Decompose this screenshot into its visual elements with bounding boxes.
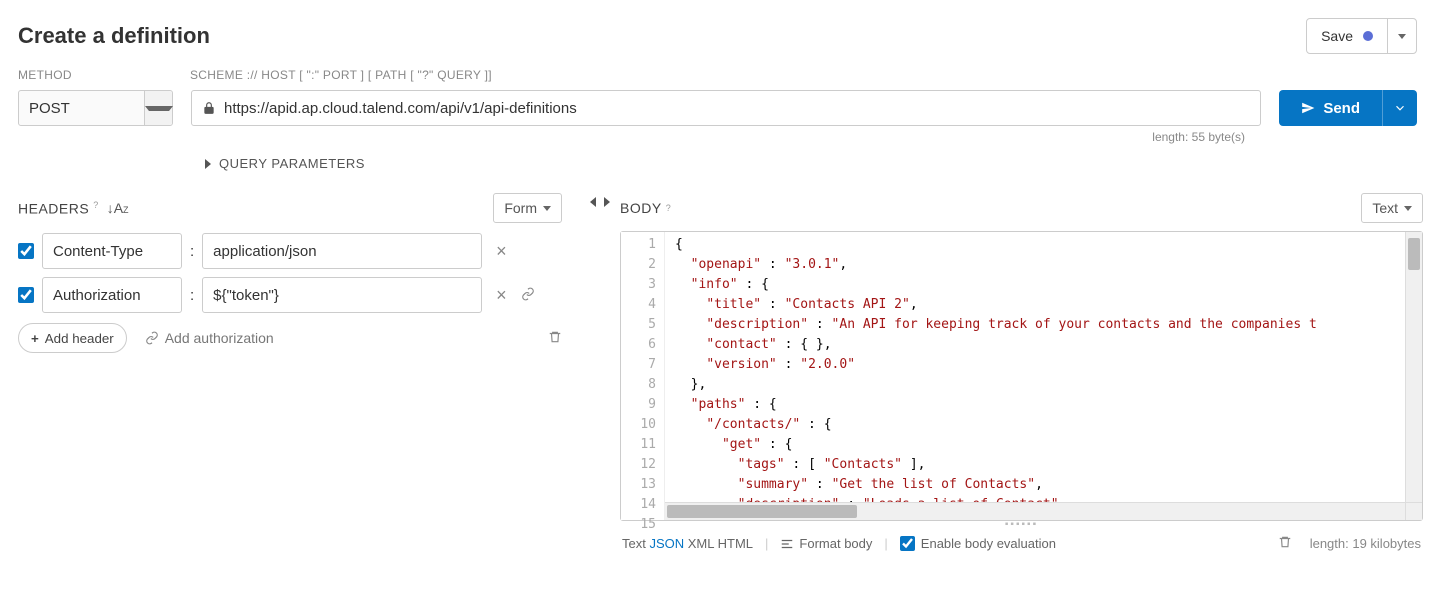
- body-format-xml[interactable]: XML: [688, 536, 714, 551]
- enable-eval-checkbox[interactable]: [900, 536, 915, 551]
- delete-headers-button[interactable]: [548, 330, 562, 347]
- header-row: : ×: [18, 277, 562, 313]
- url-input[interactable]: [224, 100, 1250, 117]
- enable-eval-label: Enable body evaluation: [921, 536, 1056, 551]
- url-input-wrap: [191, 90, 1261, 126]
- lock-icon: [202, 101, 216, 115]
- caret-down-icon: [1393, 101, 1407, 115]
- resize-grip[interactable]: ▪▪▪▪▪▪: [620, 521, 1423, 529]
- url-label: SCHEME :// HOST [ ":" PORT ] [ PATH [ "?…: [190, 68, 1417, 82]
- add-authorization-link[interactable]: Add authorization: [145, 330, 274, 346]
- delete-body-button[interactable]: [1278, 535, 1292, 552]
- query-parameters-label: QUERY PARAMETERS: [219, 156, 365, 171]
- headers-title: HEADERS?: [18, 200, 99, 217]
- save-dropdown[interactable]: [1387, 19, 1416, 53]
- add-authorization-label: Add authorization: [165, 330, 274, 346]
- scroll-corner: [1405, 502, 1422, 520]
- save-button[interactable]: Save: [1307, 19, 1387, 53]
- send-button-group: Send: [1279, 90, 1417, 126]
- sort-az-icon[interactable]: ↓AZ: [107, 200, 129, 216]
- code-area[interactable]: { "openapi" : "3.0.1", "info" : { "title…: [665, 232, 1422, 520]
- colon: :: [190, 287, 194, 304]
- query-parameters-toggle[interactable]: QUERY PARAMETERS: [0, 144, 1435, 187]
- body-format-modes: Text JSON XML HTML: [622, 536, 753, 551]
- scroll-thumb[interactable]: [1408, 238, 1420, 270]
- body-title: BODY?: [620, 200, 671, 216]
- colon: :: [190, 243, 194, 260]
- body-pane: BODY? Text 123456789101112131415 { "open…: [620, 187, 1435, 587]
- method-toggle[interactable]: [144, 91, 172, 125]
- unsaved-indicator-dot: [1363, 31, 1373, 41]
- horizontal-scrollbar[interactable]: [665, 502, 1405, 520]
- body-format-html[interactable]: HTML: [718, 536, 753, 551]
- scroll-thumb[interactable]: [667, 505, 857, 518]
- enable-body-evaluation[interactable]: Enable body evaluation: [900, 536, 1056, 551]
- variable-link-icon[interactable]: [521, 287, 535, 304]
- trash-icon: [1278, 535, 1292, 549]
- caret-down-icon: [543, 206, 551, 211]
- page-title: Create a definition: [18, 23, 1306, 49]
- body-mode-select[interactable]: Text: [1361, 193, 1423, 223]
- header-name-input[interactable]: [42, 277, 182, 313]
- format-body-label: Format body: [799, 536, 872, 551]
- header-row: : ×: [18, 233, 562, 269]
- save-label: Save: [1321, 28, 1353, 44]
- headers-pane: HEADERS? ↓AZ Form : × : × + Add header: [0, 187, 580, 587]
- body-editor[interactable]: 123456789101112131415 { "openapi" : "3.0…: [620, 231, 1423, 521]
- trash-icon: [548, 330, 562, 344]
- headers-mode-label: Form: [504, 200, 537, 216]
- header-enabled-checkbox[interactable]: [18, 287, 34, 303]
- send-dropdown[interactable]: [1382, 90, 1417, 126]
- collapse-right-icon[interactable]: [604, 197, 610, 207]
- add-header-label: Add header: [45, 331, 114, 346]
- expand-icon: [205, 159, 211, 169]
- body-format-json[interactable]: JSON: [649, 536, 684, 551]
- collapse-left-icon[interactable]: [590, 197, 596, 207]
- caret-down-icon: [1398, 34, 1406, 39]
- header-value-input[interactable]: [202, 277, 482, 313]
- body-format-text[interactable]: Text: [622, 536, 646, 551]
- body-length-info: length: 19 kilobytes: [1310, 536, 1421, 551]
- format-body-button[interactable]: Format body: [780, 536, 872, 551]
- save-button-group: Save: [1306, 18, 1417, 54]
- header-value-input[interactable]: [202, 233, 482, 269]
- method-select[interactable]: POST: [18, 90, 173, 126]
- headers-mode-select[interactable]: Form: [493, 193, 562, 223]
- header-enabled-checkbox[interactable]: [18, 243, 34, 259]
- link-icon: [145, 331, 159, 345]
- format-icon: [780, 537, 794, 551]
- vertical-scrollbar[interactable]: [1405, 232, 1422, 502]
- send-icon: [1301, 101, 1315, 115]
- add-header-button[interactable]: + Add header: [18, 323, 127, 353]
- url-length-info: length: 55 byte(s): [1152, 130, 1245, 144]
- send-label: Send: [1323, 100, 1360, 117]
- body-mode-label: Text: [1372, 200, 1398, 216]
- remove-header-button[interactable]: ×: [490, 241, 513, 262]
- caret-down-icon: [145, 106, 173, 111]
- method-value: POST: [19, 100, 144, 117]
- remove-header-button[interactable]: ×: [490, 285, 513, 306]
- line-gutter: 123456789101112131415: [621, 232, 665, 520]
- header-name-input[interactable]: [42, 233, 182, 269]
- method-label: METHOD: [18, 68, 190, 82]
- caret-down-icon: [1404, 206, 1412, 211]
- send-button[interactable]: Send: [1279, 90, 1382, 126]
- plus-icon: +: [31, 331, 39, 346]
